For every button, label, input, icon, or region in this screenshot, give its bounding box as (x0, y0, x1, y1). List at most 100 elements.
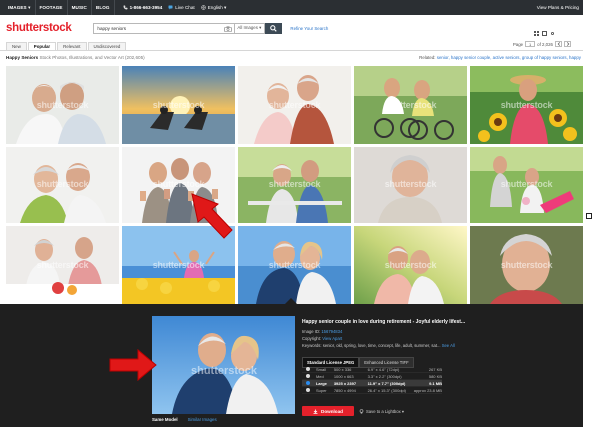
pagination: Page 1 of 2,026 (513, 41, 571, 47)
size-filesize: 9.1 MB (429, 380, 442, 386)
grid-large-icon[interactable] (542, 31, 547, 36)
size-name: Super (315, 387, 327, 393)
size-option-small[interactable]: Small 500 x 336 6.9" x 4.6" (72dpi) 267 … (302, 366, 442, 373)
image-thumbnail[interactable]: shutterstock (354, 66, 467, 144)
size-dimensions: 3925 x 2397 (333, 380, 357, 386)
lightbox-icon (359, 409, 364, 414)
tab-relevant[interactable]: Relevant (57, 42, 87, 50)
copyright-line: Copyright: View Apart (302, 336, 342, 341)
image-thumbnail[interactable]: shutterstock (354, 147, 467, 223)
search-button[interactable] (265, 22, 283, 34)
download-label: Download (321, 408, 343, 414)
watermark: shutterstock (36, 100, 89, 110)
chevron-right-icon (566, 42, 569, 46)
related-links[interactable]: senior, happy senior couple, active seni… (437, 55, 581, 60)
tab-similar-images[interactable]: Similar Images (188, 417, 217, 422)
size-dimensions: 7850 x 4994 (333, 387, 356, 393)
search-icon (270, 24, 278, 32)
tab-same-model[interactable]: Same Model (152, 417, 178, 422)
image-thumbnail[interactable]: shutterstock (6, 66, 119, 144)
header: shutterstock happy seniors All Images ▾ … (0, 15, 583, 41)
size-option-super[interactable]: Super 7850 x 4994 26.4" x 15.3" (300dpi)… (302, 387, 442, 394)
nav-footage[interactable]: FOOTAGE (36, 0, 68, 15)
watermark: shutterstock (152, 100, 205, 110)
keywords-line: Keywords: senior, old, spring, love, tim… (302, 343, 455, 348)
image-thumbnail[interactable]: shutterstock (6, 226, 119, 304)
image-id-line: Image ID: 156794834 (302, 329, 342, 334)
phone-link[interactable]: 1-866-663-3954 (123, 5, 163, 10)
image-thumbnail[interactable]: shutterstock (470, 226, 583, 304)
size-name: Large (315, 380, 327, 386)
size-dimensions: 1000 x 663 (333, 373, 354, 379)
watermark: shutterstock (191, 365, 258, 377)
search-input-value: happy seniors (97, 25, 127, 31)
radio-button[interactable] (306, 367, 310, 371)
save-to-lightbox-button[interactable]: Save to a Lightbox ▾ (359, 409, 404, 414)
related-searches: Related: senior, happy senior couple, ac… (419, 55, 581, 60)
image-detail-panel: shutterstock Same Model Similar Images H… (0, 298, 583, 427)
chat-icon (168, 5, 173, 10)
camera-icon[interactable] (224, 26, 233, 32)
tab-undiscovered[interactable]: Undiscovered (87, 42, 127, 50)
language-selector[interactable]: English ▾ (200, 5, 226, 11)
radio-button[interactable] (306, 374, 310, 378)
detail-bottom-tabs: Same Model Similar Images (152, 417, 217, 422)
search-input[interactable]: happy seniors (93, 22, 236, 34)
image-thumbnail[interactable]: shutterstock (470, 147, 583, 223)
image-thumbnail[interactable]: shutterstock (122, 66, 235, 144)
watermark: shutterstock (268, 179, 321, 189)
scroll-marker[interactable] (586, 213, 592, 219)
image-thumbnail[interactable]: shutterstock (238, 226, 351, 304)
view-plans-link[interactable]: View Plans & Pricing (537, 5, 583, 10)
watermark: shutterstock (152, 179, 205, 189)
chevron-left-icon (557, 42, 560, 46)
watermark: shutterstock (384, 179, 437, 189)
copyright-link[interactable]: View Apart (322, 336, 342, 341)
download-button[interactable]: Download (302, 406, 354, 416)
refine-search-link[interactable]: Refine Your Search (290, 26, 328, 31)
size-options: Small 500 x 336 6.9" x 4.6" (72dpi) 267 … (302, 366, 442, 394)
phone-number: 1-866-663-3954 (129, 5, 163, 10)
size-inches: 11.9" x 7.7" (300dpi) (367, 380, 406, 386)
page-input[interactable]: 1 (525, 41, 536, 47)
size-option-med[interactable]: Med 1000 x 663 3.3" x 2.2" (300dpi) 580 … (302, 373, 442, 380)
globe-icon (200, 5, 206, 10)
next-page-button[interactable] (564, 41, 571, 47)
shutterstock-logo[interactable]: shutterstock (6, 22, 72, 34)
image-thumbnail[interactable]: shutterstock (470, 66, 583, 144)
size-inches: 26.4" x 15.3" (300dpi) (367, 387, 406, 393)
image-thumbnail[interactable]: shutterstock (6, 147, 119, 223)
size-inches: 6.9" x 4.6" (72dpi) (367, 366, 400, 372)
image-grid: shutterstock shutterstock shutterstock s… (6, 66, 583, 304)
download-icon (313, 409, 318, 414)
lightbox-label: Save to a Lightbox ▾ (366, 409, 404, 414)
image-id-value[interactable]: 156794834 (321, 329, 342, 334)
nav-blog[interactable]: BLOG (92, 0, 115, 15)
nav-music[interactable]: MUSIC (68, 0, 92, 15)
page-label: Page (512, 41, 524, 47)
keywords-list: senior, old, spring, love, time, concept… (322, 343, 441, 348)
image-thumbnail[interactable]: shutterstock (354, 226, 467, 304)
image-type-select[interactable]: All Images ▾ (235, 22, 266, 34)
tab-popular[interactable]: Popular (27, 42, 57, 50)
radio-button[interactable] (306, 388, 310, 392)
see-all-keywords-link[interactable]: See All (442, 343, 455, 348)
nav-images[interactable]: IMAGES ▾ (4, 0, 36, 15)
prev-page-button[interactable] (555, 41, 562, 47)
watermark: shutterstock (500, 179, 553, 189)
watermark: shutterstock (268, 260, 321, 270)
gear-icon[interactable] (550, 31, 555, 36)
image-thumbnail[interactable]: shutterstock (238, 147, 351, 223)
size-filesize: approx 23.8 MB (413, 387, 442, 393)
results-title: Happy Seniors (6, 55, 39, 60)
watermark: shutterstock (384, 260, 437, 270)
grid-small-icon[interactable] (534, 31, 539, 36)
live-chat-link[interactable]: Live Chat (168, 5, 195, 10)
view-options (534, 31, 555, 36)
size-option-large[interactable]: Large 3925 x 2397 11.9" x 7.7" (300dpi) … (302, 380, 442, 387)
image-thumbnail[interactable]: shutterstock (238, 66, 351, 144)
radio-button-selected[interactable] (306, 381, 310, 385)
related-label: Related: (419, 55, 436, 60)
preview-image[interactable]: shutterstock (152, 316, 295, 414)
tab-new[interactable]: New (6, 42, 27, 50)
